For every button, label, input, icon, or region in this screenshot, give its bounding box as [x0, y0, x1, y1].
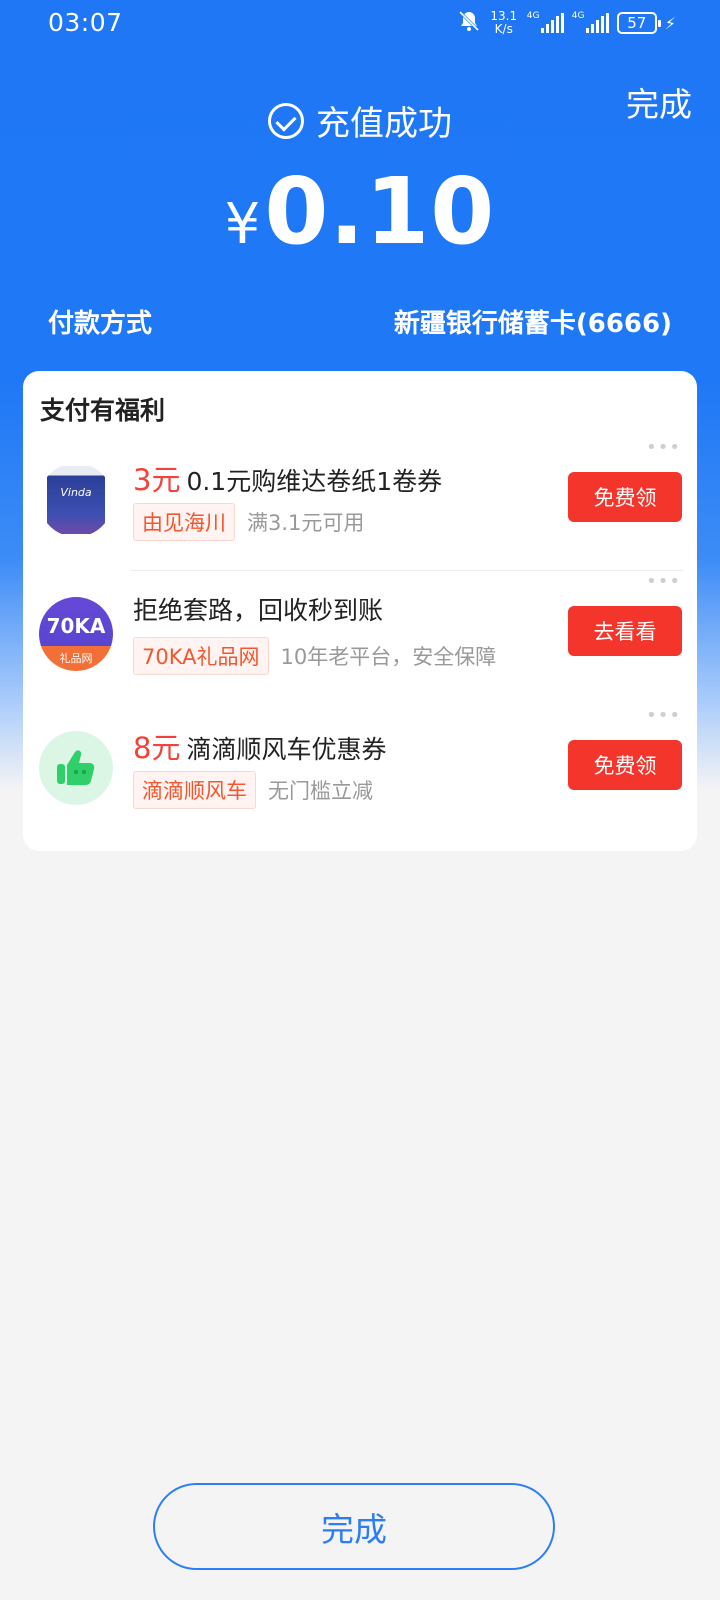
more-icon[interactable]: ••• [646, 707, 681, 725]
more-icon[interactable]: ••• [646, 439, 681, 457]
status-icons: 13.1 K/s 4G 4G 57 ⚡ [457, 8, 676, 38]
promo-title: 滴滴顺风车优惠券 [186, 735, 387, 764]
promo-sub: 滴滴顺风车 无门槛立减 [133, 771, 373, 809]
claim-free-button[interactable]: 免费领 [568, 472, 682, 522]
promo-sub: 70KA礼品网 10年老平台，安全保障 [133, 637, 496, 675]
promo-chip: 由见海川 [133, 503, 235, 541]
signal-icon: 4G [527, 11, 564, 33]
promo-price: 3元 [133, 463, 181, 497]
promo-chip: 滴滴顺风车 [133, 771, 256, 809]
amount-value: 0.10 [264, 158, 496, 265]
charging-icon: ⚡ [664, 13, 676, 33]
promo-item-70ka[interactable]: ••• 70KA 礼品网 拒绝套路，回收秒到账 70KA礼品网 10年老平台，安… [23, 571, 697, 705]
success-row: 充值成功 [0, 96, 720, 145]
status-time: 03:07 [48, 8, 123, 37]
more-icon[interactable]: ••• [646, 573, 681, 591]
success-text: 充值成功 [316, 104, 452, 144]
battery-icon: 57 [616, 12, 661, 34]
promo-headline: 8元 滴滴顺风车优惠券 [133, 725, 386, 767]
promo-headline: 3元 0.1元购维达卷纸1卷券 [133, 457, 442, 499]
check-circle-icon [268, 102, 304, 139]
promo-note: 满3.1元可用 [247, 511, 365, 535]
promo-note: 无门槛立减 [268, 779, 373, 803]
promo-title: 0.1元购维达卷纸1卷券 [186, 467, 443, 496]
promo-title: 拒绝套路，回收秒到账 [133, 596, 384, 625]
net-speed: 13.1 K/s [490, 9, 518, 36]
signal-icon: 4G [572, 11, 609, 33]
status-bar: 03:07 13.1 K/s 4G 4G 57 ⚡ [0, 0, 720, 48]
done-button-bottom[interactable]: 完成 [153, 1483, 555, 1570]
currency-symbol: ¥ [224, 192, 261, 257]
thumbs-up-icon [39, 731, 113, 805]
benefits-title: 支付有福利 [40, 396, 166, 425]
promo-price: 8元 [133, 731, 181, 765]
claim-free-button[interactable]: 免费领 [568, 740, 682, 790]
promo-item-vinda[interactable]: ••• Vinda 3元 0.1元购维达卷纸1卷券 由见海川 满3.1元可用 免费… [23, 437, 697, 571]
promo-headline: 拒绝套路，回收秒到账 [133, 591, 383, 627]
70ka-logo-icon: 70KA 礼品网 [39, 597, 113, 671]
toilet-paper-icon: Vinda [39, 463, 113, 537]
amount-row: ¥ 0.10 [0, 158, 720, 265]
promo-note: 10年老平台，安全保障 [280, 645, 497, 669]
payment-method-value: 新疆银行储蓄卡(6666) [393, 309, 672, 339]
bell-muted-icon [457, 9, 481, 37]
promo-chip: 70KA礼品网 [133, 637, 269, 675]
promo-item-didi[interactable]: ••• 8元 滴滴顺风车优惠券 滴滴顺风车 无门槛立减 免费领 [23, 705, 697, 839]
promo-sub: 由见海川 满3.1元可用 [133, 503, 364, 541]
view-button[interactable]: 去看看 [568, 606, 682, 656]
benefits-card: 支付有福利 ••• Vinda 3元 0.1元购维达卷纸1卷券 由见海川 满3.1… [23, 371, 697, 851]
payment-method-label: 付款方式 [48, 309, 153, 339]
